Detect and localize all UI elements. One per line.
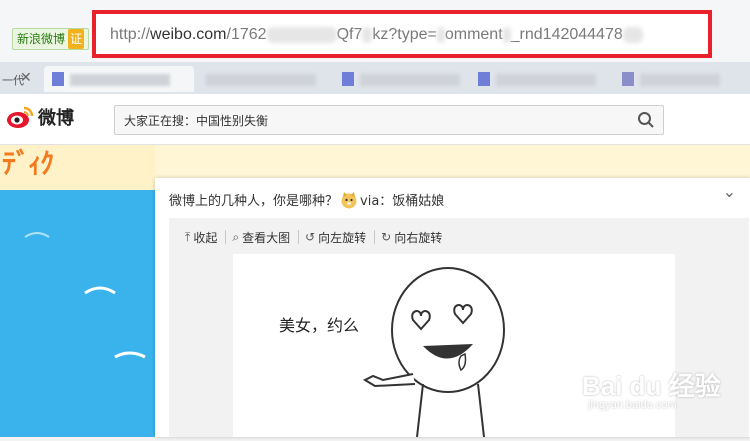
cert-badge: 证 [68, 29, 85, 49]
image-toolbar: ⤒ 收起 ⌕ 查看大图 ↺ 向左旋转 ↻ 向右旋转 [185, 229, 456, 245]
search-input[interactable]: 大家正在搜：中国性别失衡 [114, 105, 664, 135]
rotate-right-icon: ↻ [381, 230, 392, 244]
tab-6[interactable] [614, 66, 750, 92]
url-scheme: http:// [110, 26, 151, 43]
post-title: 微博上的几种人，你是哪种？ [169, 194, 339, 209]
banner-decoration: ﾃﾞｨｸ [2, 147, 54, 180]
browser-tab-bar: 一代 ✕ [0, 62, 750, 95]
redacted-blur [622, 26, 643, 43]
redacted-blur [362, 26, 373, 43]
search-placeholder: 大家正在搜：中国性别失衡 [124, 114, 269, 128]
post-text: 微博上的几种人，你是哪种？ via：饭桶姑娘 [169, 190, 444, 209]
watermark-url: jingyan.baidu.com [588, 399, 677, 411]
weibo-eye-icon [7, 106, 34, 128]
redacted-blur [266, 26, 337, 43]
close-tab-icon[interactable]: ✕ [20, 70, 32, 86]
rotate-left-label: 向左旋转 [318, 230, 367, 245]
url-path-mid: Qf7 [336, 26, 363, 43]
collapse-icon: ⤒ [185, 229, 191, 244]
url-query: omment [444, 26, 503, 43]
redacted-blur [436, 26, 445, 43]
tab-5[interactable] [470, 66, 610, 92]
tab-favicon [52, 72, 64, 86]
collapse-button[interactable]: ⤒ 收起 [185, 229, 227, 245]
search-icon[interactable] [637, 111, 655, 129]
url-field[interactable]: http://weibo.com/1762 Qf7 kz?type= omment _r… [92, 10, 712, 58]
doge-emoji-icon [341, 191, 357, 208]
tab-title-redacted [640, 74, 720, 86]
tab-3[interactable] [200, 66, 330, 92]
tab-favicon [478, 72, 490, 86]
rotate-left-icon: ↺ [305, 230, 316, 244]
redacted-blur [502, 26, 511, 43]
tab-1[interactable]: 一代 ✕ [0, 66, 40, 92]
rotate-left-button[interactable]: ↺ 向左旋转 [305, 230, 376, 245]
tab-title-redacted [70, 74, 170, 86]
url-path: /1762 [226, 26, 267, 43]
site-identity-badge[interactable]: 新浪微博 证 [12, 28, 90, 50]
tab-favicon [342, 72, 354, 86]
site-name: 新浪微博 [17, 32, 66, 46]
view-large-button[interactable]: ⌕ 查看大图 [232, 229, 300, 245]
tab-favicon [622, 72, 634, 86]
tab-2[interactable] [44, 66, 194, 92]
post-via: via：饭桶姑娘 [360, 194, 445, 209]
watermark-brand: Bai du 经验 [582, 371, 721, 401]
tab-title-redacted [496, 74, 596, 86]
tab-title-redacted [206, 74, 316, 86]
url-text: http://weibo.com/1762 Qf7 kz?type= omment _r… [110, 26, 643, 44]
chevron-down-icon[interactable]: ⌄ [723, 182, 736, 201]
collapse-label: 收起 [193, 230, 218, 245]
url-host: weibo.com [150, 26, 227, 43]
tab-4[interactable] [334, 66, 474, 92]
rotate-right-button[interactable]: ↻ 向右旋转 [381, 230, 450, 245]
weibo-logo-text: 微博 [38, 108, 74, 129]
tab-title-redacted [360, 74, 460, 86]
url-path-mid2: kz?type= [372, 26, 437, 43]
view-large-icon: ⌕ [232, 229, 240, 244]
weibo-logo[interactable]: 微博 [6, 104, 74, 130]
url-query-tail: _rnd142044478 [510, 26, 623, 43]
rotate-right-label: 向右旋转 [394, 230, 443, 245]
view-large-label: 查看大图 [242, 230, 291, 245]
baidu-jingyan-watermark: Bai du 经验 jingyan.baidu.com [582, 366, 721, 411]
